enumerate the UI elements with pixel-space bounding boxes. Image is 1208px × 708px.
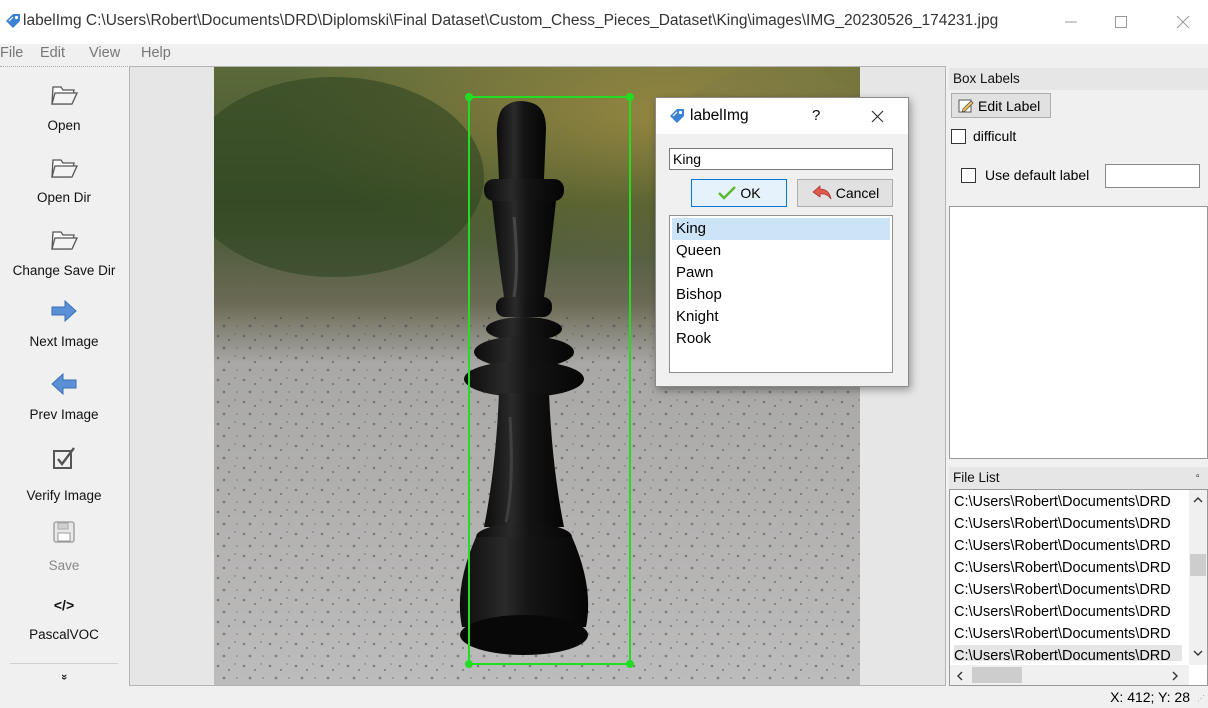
cancel-button[interactable]: Cancel	[797, 179, 893, 207]
file-list-panel: File List ▫ C:\Users\Robert\Documents\DR…	[949, 467, 1208, 686]
difficult-label: difficult	[973, 128, 1017, 144]
minimize-icon[interactable]	[1048, 0, 1094, 44]
box-labels-panel: Box Labels Edit Label difficult Use defa…	[949, 68, 1208, 461]
edit-label-text: Edit Label	[978, 97, 1041, 114]
verify-image-label: Verify Image	[26, 488, 102, 503]
label-choice-bishop[interactable]: Bishop	[672, 284, 890, 306]
scroll-left-icon[interactable]	[956, 671, 963, 681]
open-dir-label: Open Dir	[36, 190, 92, 205]
code-tag-icon: </>	[53, 597, 75, 613]
ok-label: OK	[740, 185, 761, 201]
file-list-item[interactable]: C:\Users\Robert\Documents\DRD	[954, 491, 1182, 513]
ok-button[interactable]: OK	[691, 179, 787, 207]
file-list-vscrollbar[interactable]	[1189, 490, 1207, 665]
scroll-right-icon[interactable]	[1172, 671, 1179, 681]
change-save-dir-icon	[51, 231, 79, 250]
change-save-dir-button[interactable]: Change Save Dir	[0, 224, 128, 278]
verify-image-button[interactable]: Verify Image	[0, 446, 128, 503]
status-bar: X: 412; Y: 28 ⋰	[0, 686, 1208, 708]
menu-edit[interactable]: Edit	[40, 45, 65, 61]
file-list-title: File List	[953, 470, 1000, 485]
vscroll-thumb[interactable]	[1190, 554, 1206, 576]
toolbar: Open Open Dir Change Save Dir Next Image…	[0, 66, 128, 687]
edit-pencil-icon	[958, 99, 974, 113]
file-list-item[interactable]: C:\Users\Robert\Documents\DRD	[954, 535, 1182, 557]
file-list-item[interactable]: C:\Users\Robert\Documents\DRD	[954, 601, 1182, 623]
prev-image-button[interactable]: Prev Image	[0, 372, 128, 422]
file-list-hscrollbar[interactable]	[950, 665, 1189, 685]
float-dock-icon[interactable]: ▫	[1196, 471, 1200, 482]
toolbar-divider	[10, 663, 118, 664]
label-choice-list[interactable]: King Queen Pawn Bishop Knight Rook	[669, 215, 893, 373]
change-save-dir-label: Change Save Dir	[12, 263, 116, 278]
label-choice-king[interactable]: King	[672, 218, 890, 240]
use-default-label-checkbox[interactable]	[961, 168, 976, 183]
format-button[interactable]: </> PascalVOC	[0, 597, 128, 642]
file-list-item[interactable]: C:\Users\Robert\Documents\DRD	[954, 579, 1182, 601]
floppy-disk-icon	[53, 521, 75, 543]
save-button[interactable]: Save	[0, 520, 128, 573]
checkbox-check-icon	[53, 447, 75, 469]
prev-image-label: Prev Image	[29, 407, 99, 422]
dialog-title-bar: labelImg ?	[656, 98, 908, 134]
cursor-coordinates: X: 412; Y: 28	[1110, 689, 1190, 705]
format-label: PascalVOC	[29, 627, 99, 642]
hscroll-thumb[interactable]	[972, 667, 1022, 683]
dialog-help-icon[interactable]: ?	[812, 107, 820, 124]
menu-bar: File Edit View Help	[0, 44, 1208, 66]
difficult-checkbox[interactable]	[951, 129, 966, 144]
toolbar-expand-icon[interactable]: »	[58, 670, 70, 684]
label-choice-pawn[interactable]: Pawn	[672, 262, 890, 284]
menu-help[interactable]: Help	[141, 45, 171, 61]
title-bar: labelImg C:\Users\Robert\Documents\DRD\D…	[0, 0, 1208, 44]
close-icon[interactable]	[1160, 0, 1206, 44]
maximize-icon[interactable]	[1098, 0, 1144, 44]
edit-label-button[interactable]: Edit Label	[951, 93, 1051, 118]
scroll-down-icon[interactable]	[1193, 650, 1203, 657]
next-image-button[interactable]: Next Image	[0, 299, 128, 349]
window-title: labelImg C:\Users\Robert\Documents\DRD\D…	[23, 12, 999, 29]
next-image-label: Next Image	[29, 334, 99, 349]
scroll-up-icon[interactable]	[1193, 496, 1203, 503]
open-label: Open	[47, 118, 81, 133]
dialog-title: labelImg	[690, 107, 749, 124]
label-choice-rook[interactable]: Rook	[672, 328, 890, 350]
dialog-close-icon[interactable]	[871, 110, 884, 123]
box-label-list[interactable]	[949, 206, 1208, 459]
file-list-item[interactable]: C:\Users\Robert\Documents\DRD	[954, 513, 1182, 535]
label-dialog: labelImg ? King OK Cancel King Queen Paw…	[655, 97, 909, 387]
open-dir-icon	[51, 159, 79, 178]
open-dir-button[interactable]: Open Dir	[0, 152, 128, 205]
label-input[interactable]: King	[669, 148, 893, 170]
arrow-right-icon	[51, 299, 77, 323]
resize-grip-icon[interactable]: ⋰	[1197, 694, 1205, 703]
arrow-left-icon	[51, 372, 77, 396]
menu-file[interactable]: File	[0, 45, 23, 61]
use-default-label-text: Use default label	[985, 167, 1090, 183]
labelimg-tag-icon	[6, 14, 20, 28]
box-labels-title: Box Labels	[953, 71, 1020, 86]
label-choice-queen[interactable]: Queen	[672, 240, 890, 262]
cancel-label: Cancel	[835, 185, 880, 201]
default-label-input[interactable]	[1105, 164, 1200, 188]
file-list-item[interactable]: C:\Users\Robert\Documents\DRD	[954, 645, 1182, 661]
checkmark-icon	[718, 186, 737, 200]
open-button[interactable]: Open	[0, 79, 128, 133]
save-label: Save	[48, 558, 80, 573]
labelimg-tag-icon	[670, 109, 684, 123]
label-choice-knight[interactable]: Knight	[672, 306, 890, 328]
undo-arrow-icon	[812, 185, 832, 200]
open-folder-icon	[51, 86, 79, 105]
file-list[interactable]: C:\Users\Robert\Documents\DRD C:\Users\R…	[949, 489, 1208, 686]
file-list-item[interactable]: C:\Users\Robert\Documents\DRD	[954, 623, 1182, 645]
file-list-item[interactable]: C:\Users\Robert\Documents\DRD	[954, 557, 1182, 579]
menu-view[interactable]: View	[89, 45, 120, 61]
